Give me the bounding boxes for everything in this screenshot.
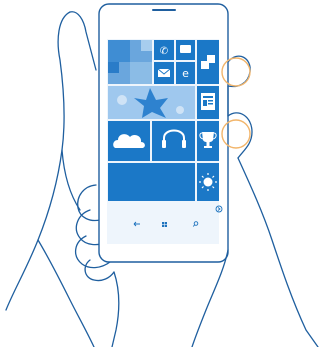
messaging-tile[interactable] xyxy=(176,40,195,60)
chat-bubble-icon xyxy=(180,45,191,53)
onedrive-tile[interactable] xyxy=(108,121,150,161)
music-tile[interactable] xyxy=(152,121,195,161)
wide-tile[interactable] xyxy=(108,163,195,201)
phone-icon: ✆ xyxy=(160,46,168,57)
photos-tile[interactable] xyxy=(108,40,152,84)
games-tile[interactable] xyxy=(197,121,219,161)
store-tile[interactable] xyxy=(197,40,219,84)
hand-holding-phone-illustration: ✆ e xyxy=(5,3,319,347)
newspaper-icon xyxy=(201,93,215,110)
email-tile[interactable] xyxy=(154,62,174,84)
phone-tile[interactable]: ✆ xyxy=(154,40,174,60)
people-tile[interactable] xyxy=(108,86,195,119)
internet-explorer-tile[interactable]: e xyxy=(176,62,195,84)
weather-tile[interactable] xyxy=(197,163,219,201)
news-tile[interactable] xyxy=(197,86,219,119)
ie-logo-icon: e xyxy=(182,67,189,80)
